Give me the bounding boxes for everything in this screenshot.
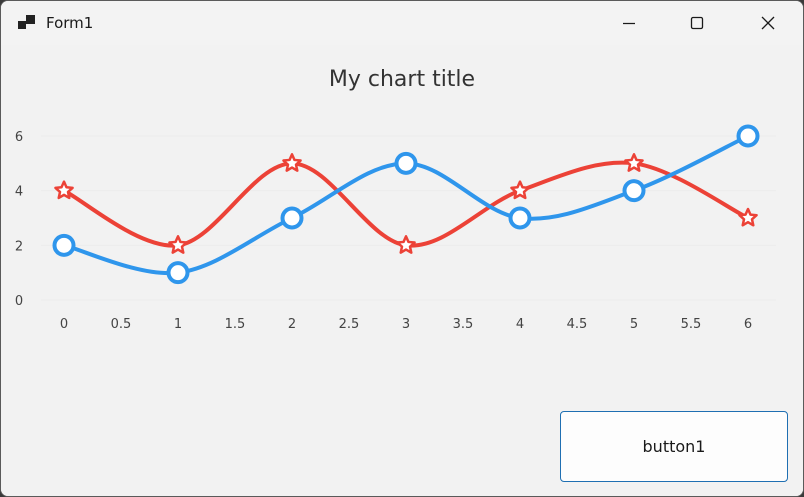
x-tick-label: 1 — [174, 317, 182, 332]
red-series-point — [738, 207, 758, 227]
red-series-point — [510, 180, 530, 200]
x-tick-label: 2.5 — [339, 317, 360, 332]
blue-series-point — [736, 124, 760, 148]
blue-series-point — [622, 179, 646, 203]
y-tick-label: 2 — [15, 239, 23, 254]
chart-title: My chart title — [329, 67, 475, 92]
y-tick-label: 4 — [15, 185, 23, 200]
button1[interactable]: button1 — [560, 411, 788, 482]
blue-series-point — [508, 206, 532, 230]
blue-series-point — [166, 261, 190, 285]
x-tick-label: 0 — [60, 317, 68, 332]
red-series-point — [54, 180, 74, 200]
blue-series-point — [52, 233, 76, 257]
x-tick-label: 0.5 — [111, 317, 132, 332]
x-tick-label: 6 — [744, 317, 752, 332]
x-tick-label: 4 — [516, 317, 524, 332]
y-tick-label: 6 — [15, 130, 23, 145]
x-tick-label: 5 — [630, 317, 638, 332]
x-tick-label: 3 — [402, 317, 410, 332]
blue-series-point — [280, 206, 304, 230]
y-tick-label: 0 — [15, 294, 23, 309]
x-tick-label: 3.5 — [453, 317, 474, 332]
line-chart: My chart title 0 2 4 6 0 0.5 1 1.5 2 2.5 3 3.5 4 4.5 5… — [15, 67, 776, 332]
x-tick-label: 1.5 — [225, 317, 246, 332]
blue-series-point — [394, 151, 418, 175]
client-area: My chart title 0 2 4 6 0 0.5 1 1.5 2 2.5 3 3.5 4 4.5 5… — [1, 45, 803, 496]
red-series-point — [624, 153, 644, 172]
x-tick-label: 4.5 — [567, 317, 588, 332]
form1-window: Form1 My chart title 0 2 4 6 0 0.5 1 1.5 2 2.5 3 3.… — [0, 0, 804, 497]
red-series-point — [396, 235, 416, 254]
red-series-point — [282, 153, 302, 172]
x-tick-label: 2 — [288, 317, 296, 332]
x-tick-label: 5.5 — [681, 317, 702, 332]
red-series-point — [168, 235, 188, 254]
red-series-line — [62, 160, 750, 248]
